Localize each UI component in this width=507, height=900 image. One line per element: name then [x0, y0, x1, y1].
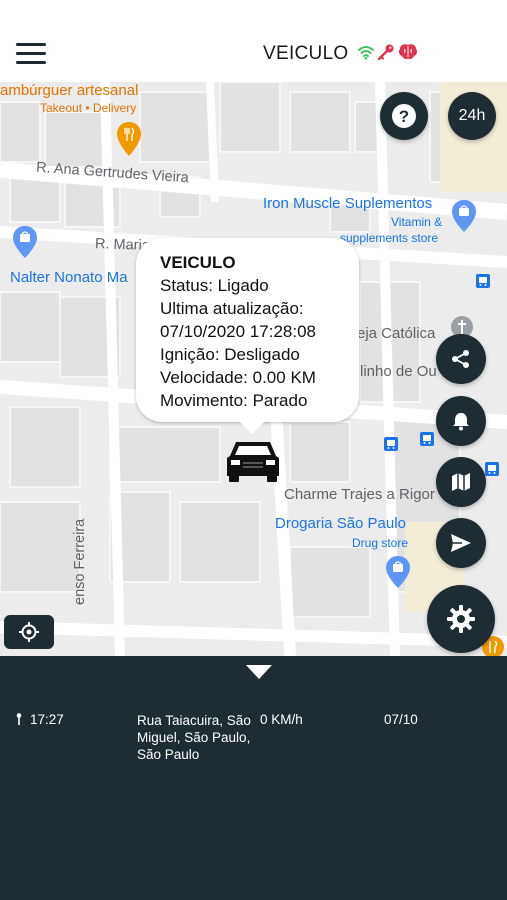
status-icons — [358, 41, 418, 63]
bubble-last-update-value: 07/10/2020 17:28:08 — [160, 322, 316, 341]
bubble-last-update-label: Ultima atualização: — [160, 299, 304, 318]
map-label-drogaria-sub: Drug store — [352, 536, 409, 550]
collapse-panel-arrow[interactable] — [246, 665, 272, 679]
bus-stop-icon[interactable] — [384, 437, 398, 451]
map-label-restaurant: ambúrguer artesanal — [0, 82, 139, 99]
bell-icon — [453, 413, 469, 431]
bubble-title: VEICULO — [160, 253, 236, 272]
map-label-place-2: linho de Ou — [360, 363, 437, 380]
menu-icon[interactable] — [16, 43, 46, 65]
history-speed: 0 KM/h — [260, 712, 303, 727]
key-icon — [377, 44, 394, 61]
bubble-status: Status: Ligado — [160, 276, 269, 295]
crosshair-icon — [19, 622, 39, 642]
history-24h-button[interactable]: 24h — [448, 92, 496, 140]
map-label-drogaria: Drogaria São Paulo — [275, 515, 406, 532]
app-header: VEICULO — [0, 0, 507, 82]
bubble-ignition: Ignição: Desligado — [160, 345, 300, 364]
settings-button[interactable] — [427, 585, 495, 653]
history-panel: 17:27 Rua Taiacuira, São Miguel, São Pau… — [0, 656, 507, 900]
supplement-pin-icon[interactable] — [452, 200, 476, 232]
map-label-street-vertical: enso Ferreira — [72, 518, 88, 605]
page-title: VEICULO — [263, 43, 349, 64]
map-label-charme: Charme Trajes a Rigor — [284, 486, 435, 503]
map-label-iron-muscle-sub-1: Vitamin & — [391, 215, 443, 229]
help-icon-glyph: ? — [399, 107, 409, 126]
map-label-iron-muscle: Iron Muscle Suplementos — [263, 195, 433, 212]
bubble-speed: Velocidade: 0.00 KM — [160, 368, 316, 387]
send-icon — [451, 534, 471, 552]
map-label-store-left: Nalter Nonato Ma — [10, 269, 128, 286]
restaurant-pin-icon[interactable] — [117, 122, 141, 156]
bus-stop-icon[interactable] — [485, 462, 499, 476]
history-address: Rua Taiacuira, São Miguel, São Paulo, Sã… — [137, 713, 251, 762]
history-time-cell: 17:27 — [16, 712, 64, 727]
help-icon: ? — [392, 104, 416, 128]
vehicle-info-bubble: VEICULO Status: Ligado Ultima atualizaçã… — [136, 238, 359, 434]
map-label-church: eja Católica — [357, 325, 436, 342]
map-type-button[interactable] — [436, 457, 486, 507]
share-button[interactable] — [436, 334, 486, 384]
history-time: 17:27 — [30, 712, 64, 727]
pharmacy-pin-icon[interactable] — [386, 556, 410, 588]
map-icon — [452, 473, 470, 491]
history-date: 07/10 — [384, 712, 418, 727]
send-command-button[interactable] — [436, 518, 486, 568]
store-pin-icon[interactable] — [13, 226, 37, 258]
alerts-button[interactable] — [436, 396, 486, 446]
bubble-movement: Movimento: Parado — [160, 391, 308, 410]
locate-button[interactable] — [4, 615, 54, 649]
gear-icon — [447, 605, 475, 633]
wifi-icon — [358, 46, 374, 60]
car-marker-icon[interactable] — [226, 438, 280, 484]
map-label-restaurant-sub: Takeout • Delivery — [40, 101, 137, 115]
help-button[interactable]: ? — [380, 92, 428, 140]
history-row[interactable]: 17:27 Rua Taiacuira, São Miguel, São Pau… — [0, 712, 507, 772]
bus-stop-icon[interactable] — [476, 274, 490, 288]
key-small-icon — [16, 712, 22, 725]
map-view[interactable]: ambúrguer artesanal Takeout • Delivery R… — [0, 82, 507, 656]
brain-icon — [398, 44, 418, 60]
bus-stop-icon[interactable] — [420, 432, 434, 446]
map-label-iron-muscle-sub-2: supplements store — [340, 231, 439, 245]
share-icon — [452, 350, 469, 368]
